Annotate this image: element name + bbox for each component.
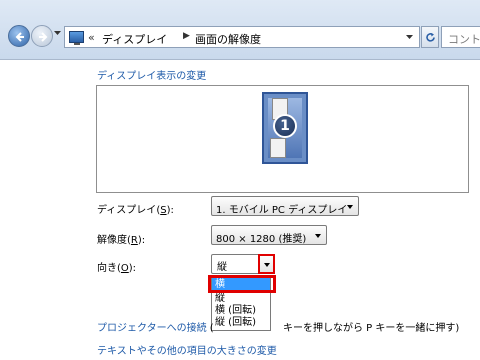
orientation-select-value: 縦 [217, 262, 227, 273]
monitor-number-badge: 1 [273, 114, 297, 138]
refresh-icon [426, 33, 435, 42]
page-title: ディスプレイ表示の変更 [97, 71, 207, 82]
chevron-down-icon [264, 263, 270, 267]
display-control-panel-icon [69, 31, 84, 45]
display-select[interactable]: 1. モバイル PC ディスプレイ [211, 196, 359, 216]
display-label: ディスプレイ(S): [97, 205, 174, 216]
orientation-option-portrait-flipped[interactable]: 縦 (回転) [212, 316, 270, 329]
resolution-select-value: 800 × 1280 (推奨) [216, 234, 307, 245]
chevron-down-icon [347, 205, 353, 209]
display-preview-area: 1 [96, 85, 469, 193]
resolution-label-text: 解像度 [97, 235, 127, 246]
orientation-mnemonic: O [120, 263, 129, 274]
display-label-text: ディスプレイ [97, 205, 157, 216]
text-size-link[interactable]: テキストやその他の項目の大きさの変更 [97, 342, 277, 357]
orientation-label-text: 向き [97, 263, 117, 274]
window-thumbnail-icon [270, 138, 286, 158]
option-highlight-box [208, 275, 276, 293]
address-toolbar: « ディスプレイ ▶ 画面の解像度 コントロ [0, 0, 480, 60]
projector-hint: キーを押しながら P キーを一緒に押す) [283, 323, 460, 334]
refresh-button[interactable] [421, 26, 439, 48]
projector-row: プロジェクターへの接続 ( [97, 319, 214, 334]
back-arrow-icon [15, 32, 24, 42]
breadcrumb-overflow-chevron[interactable]: « [88, 31, 95, 44]
breadcrumb-item-resolution[interactable]: 画面の解像度 [195, 31, 261, 47]
orientation-label: 向き(O): [97, 263, 137, 274]
orientation-dropdown-button[interactable] [258, 254, 275, 274]
display-mnemonic: S [160, 205, 167, 216]
forward-button[interactable] [31, 25, 53, 47]
forward-arrow-icon [39, 32, 48, 42]
resolution-select[interactable]: 800 × 1280 (推奨) [211, 225, 327, 245]
search-placeholder: コントロ [448, 33, 480, 46]
monitor-1-thumbnail[interactable]: 1 [262, 92, 308, 164]
history-dropdown-icon[interactable] [54, 31, 61, 36]
resolution-label: 解像度(R): [97, 235, 146, 246]
address-box[interactable]: « ディスプレイ ▶ 画面の解像度 [64, 26, 420, 48]
breadcrumb-item-display[interactable]: ディスプレイ [102, 31, 167, 47]
content-pane: ディスプレイ表示の変更 1 ディスプレイ(S): 1. モバイル PC ディスプ… [0, 61, 480, 360]
back-button[interactable] [8, 25, 30, 47]
address-dropdown-icon[interactable] [406, 35, 413, 40]
display-select-value: 1. モバイル PC ディスプレイ [216, 205, 348, 216]
breadcrumb-separator-icon[interactable]: ▶ [183, 31, 190, 41]
resolution-mnemonic: R [130, 235, 138, 246]
projector-link[interactable]: プロジェクターへの接続 [97, 323, 207, 334]
search-input[interactable]: コントロ [441, 26, 480, 48]
chevron-down-icon [315, 234, 321, 238]
projector-hint-open: ( [209, 323, 214, 334]
